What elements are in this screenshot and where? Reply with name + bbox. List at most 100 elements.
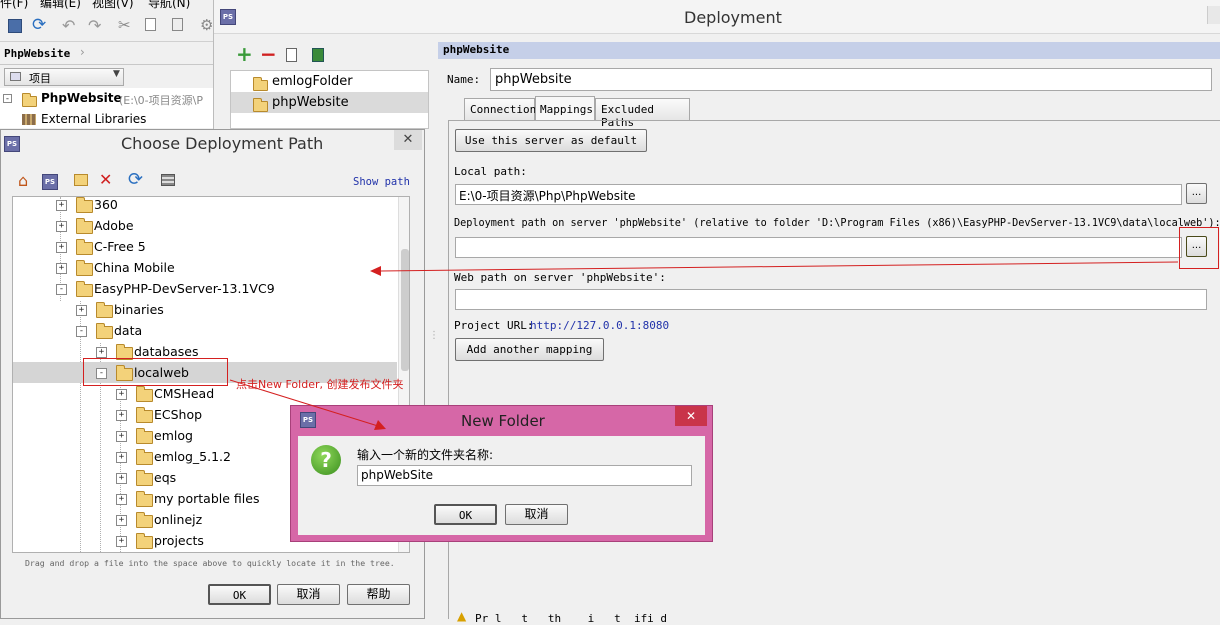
remove-icon[interactable]: − — [260, 42, 277, 66]
tree-row-label: my portable files — [154, 491, 260, 506]
new-folder-body: ? 输入一个新的文件夹名称: phpWebSite OK 取消 — [298, 436, 705, 535]
collapse-icon[interactable]: - — [56, 284, 67, 295]
paste-icon[interactable] — [172, 18, 183, 31]
menu-file[interactable]: 件(F) — [0, 0, 28, 10]
expand-icon[interactable]: + — [116, 452, 127, 463]
cancel-button[interactable]: 取消 — [277, 584, 340, 605]
server-item-label: emlogFolder — [272, 74, 353, 89]
web-path-label: Web path on server 'phpWebsite': — [454, 271, 666, 284]
add-icon[interactable]: + — [236, 42, 253, 66]
close-icon[interactable]: ✕ — [394, 130, 422, 150]
local-path-label: Local path: — [454, 165, 527, 178]
expand-icon[interactable]: + — [116, 410, 127, 421]
copy-icon[interactable] — [145, 18, 156, 31]
expand-icon[interactable]: + — [116, 389, 127, 400]
expand-icon[interactable]: + — [116, 473, 127, 484]
question-icon: ? — [311, 445, 341, 475]
project-view-selector[interactable]: 项目 ▼ — [4, 68, 124, 86]
menu-navigate[interactable]: 导航(N) — [148, 0, 190, 10]
external-libraries[interactable]: External Libraries — [41, 112, 146, 126]
cut-icon[interactable]: ✂ — [118, 16, 131, 34]
collapse-icon[interactable]: - — [76, 326, 87, 337]
annotation-text: 点击New Folder, 创建发布文件夹 — [236, 378, 404, 391]
new-folder-ok-button[interactable]: OK — [434, 504, 497, 525]
menu-view[interactable]: 视图(V) — [92, 0, 134, 10]
server-list: emlogFolder phpWebsite — [230, 70, 429, 129]
tree-row-label: data — [114, 323, 143, 338]
chevron-down-icon: ▼ — [113, 69, 120, 79]
tab-mappings[interactable]: Mappings — [535, 96, 595, 121]
refresh-icon[interactable]: ⟳ — [128, 169, 143, 190]
expand-icon[interactable]: + — [116, 494, 127, 505]
use-default-button[interactable]: Use this server as default — [455, 129, 647, 152]
tree-row-label: ECShop — [154, 407, 203, 422]
tree-row-label: CMSHead — [154, 386, 215, 401]
expand-icon[interactable]: + — [56, 242, 67, 253]
tree-row[interactable]: + C-Free 5 — [13, 236, 397, 257]
breadcrumb[interactable]: PhpWebsite › — [0, 43, 215, 65]
toggle-hidden-icon[interactable] — [161, 174, 175, 186]
tab-excluded-paths[interactable]: Excluded Paths — [595, 98, 690, 129]
deploy-path-input[interactable] — [455, 237, 1182, 258]
new-folder-cancel-button[interactable]: 取消 — [505, 504, 568, 525]
ok-button[interactable]: OK — [208, 584, 271, 605]
server-item-emlogfolder[interactable]: emlogFolder — [231, 71, 428, 92]
copy-server-icon[interactable] — [286, 48, 297, 62]
folder-name-input[interactable]: phpWebSite — [357, 465, 692, 486]
folder-icon — [96, 323, 113, 339]
tree-row[interactable]: + China Mobile — [13, 257, 397, 278]
expand-icon[interactable]: + — [56, 221, 67, 232]
home-icon[interactable]: ⌂ — [18, 171, 28, 190]
show-path-link[interactable]: Show path — [353, 176, 410, 188]
splitter-handle[interactable]: ⋮ — [429, 330, 439, 341]
tree-row-label: China Mobile — [94, 260, 175, 275]
folder-icon — [136, 428, 153, 444]
close-button[interactable] — [1207, 6, 1220, 24]
expand-icon[interactable]: + — [56, 263, 67, 274]
new-folder-prompt: 输入一个新的文件夹名称: — [357, 448, 494, 462]
delete-icon[interactable]: ✕ — [99, 170, 112, 189]
expand-icon[interactable]: + — [116, 536, 127, 547]
name-input[interactable]: phpWebsite — [490, 68, 1212, 91]
scrollbar-thumb[interactable] — [401, 249, 409, 371]
expand-icon[interactable]: + — [96, 347, 107, 358]
project-url-link[interactable]: http://127.0.0.1:8080 — [530, 319, 669, 332]
settings-icon[interactable]: ⚙ — [200, 16, 213, 34]
folder-icon — [136, 449, 153, 465]
new-folder-icon[interactable] — [74, 174, 88, 186]
tree-row[interactable]: - data — [13, 320, 397, 341]
project-icon — [10, 72, 21, 81]
tab-connection[interactable]: Connection — [464, 98, 536, 120]
undo-icon[interactable]: ↶ — [62, 16, 75, 35]
import-icon[interactable] — [312, 48, 324, 62]
tree-row-label: emlog — [154, 428, 193, 443]
tree-row[interactable]: + Adobe — [13, 215, 397, 236]
expand-icon[interactable]: + — [56, 200, 67, 211]
expand-icon[interactable]: + — [116, 431, 127, 442]
breadcrumb-project[interactable]: PhpWebsite — [4, 47, 70, 60]
menu-edit[interactable]: 编辑(E) — [40, 0, 81, 10]
redo-icon[interactable]: ↷ — [88, 16, 101, 35]
help-button[interactable]: 帮助 — [347, 584, 410, 605]
project-root-icon[interactable]: PS — [42, 174, 58, 190]
project-url-label: Project URL: — [454, 319, 534, 332]
expand-project-icon[interactable]: - — [3, 94, 12, 104]
add-mapping-button[interactable]: Add another mapping — [455, 338, 604, 361]
folder-icon — [76, 197, 93, 213]
save-icon[interactable] — [8, 19, 22, 33]
expand-icon[interactable]: + — [116, 515, 127, 526]
tree-row-label: onlinejz — [154, 512, 203, 527]
deploy-path-label: Deployment path on server 'phpWebsite' (… — [454, 218, 1220, 229]
local-path-input[interactable]: E:\0-项目资源\Php\PhpWebsite — [455, 184, 1182, 205]
server-item-phpwebsite[interactable]: phpWebsite — [231, 92, 428, 113]
project-root-name[interactable]: PhpWebsite — [41, 91, 122, 105]
web-path-input[interactable] — [455, 289, 1207, 310]
tree-row[interactable]: - EasyPHP-DevServer-13.1VC9 — [13, 278, 397, 299]
local-path-browse-button[interactable]: ... — [1186, 183, 1207, 204]
tree-row[interactable]: +360 — [13, 197, 397, 215]
folder-icon — [76, 260, 93, 276]
close-icon[interactable]: ✕ — [675, 406, 707, 426]
expand-icon[interactable]: + — [76, 305, 87, 316]
sync-icon[interactable]: ⟳ — [32, 15, 46, 35]
tree-row[interactable]: + binaries — [13, 299, 397, 320]
